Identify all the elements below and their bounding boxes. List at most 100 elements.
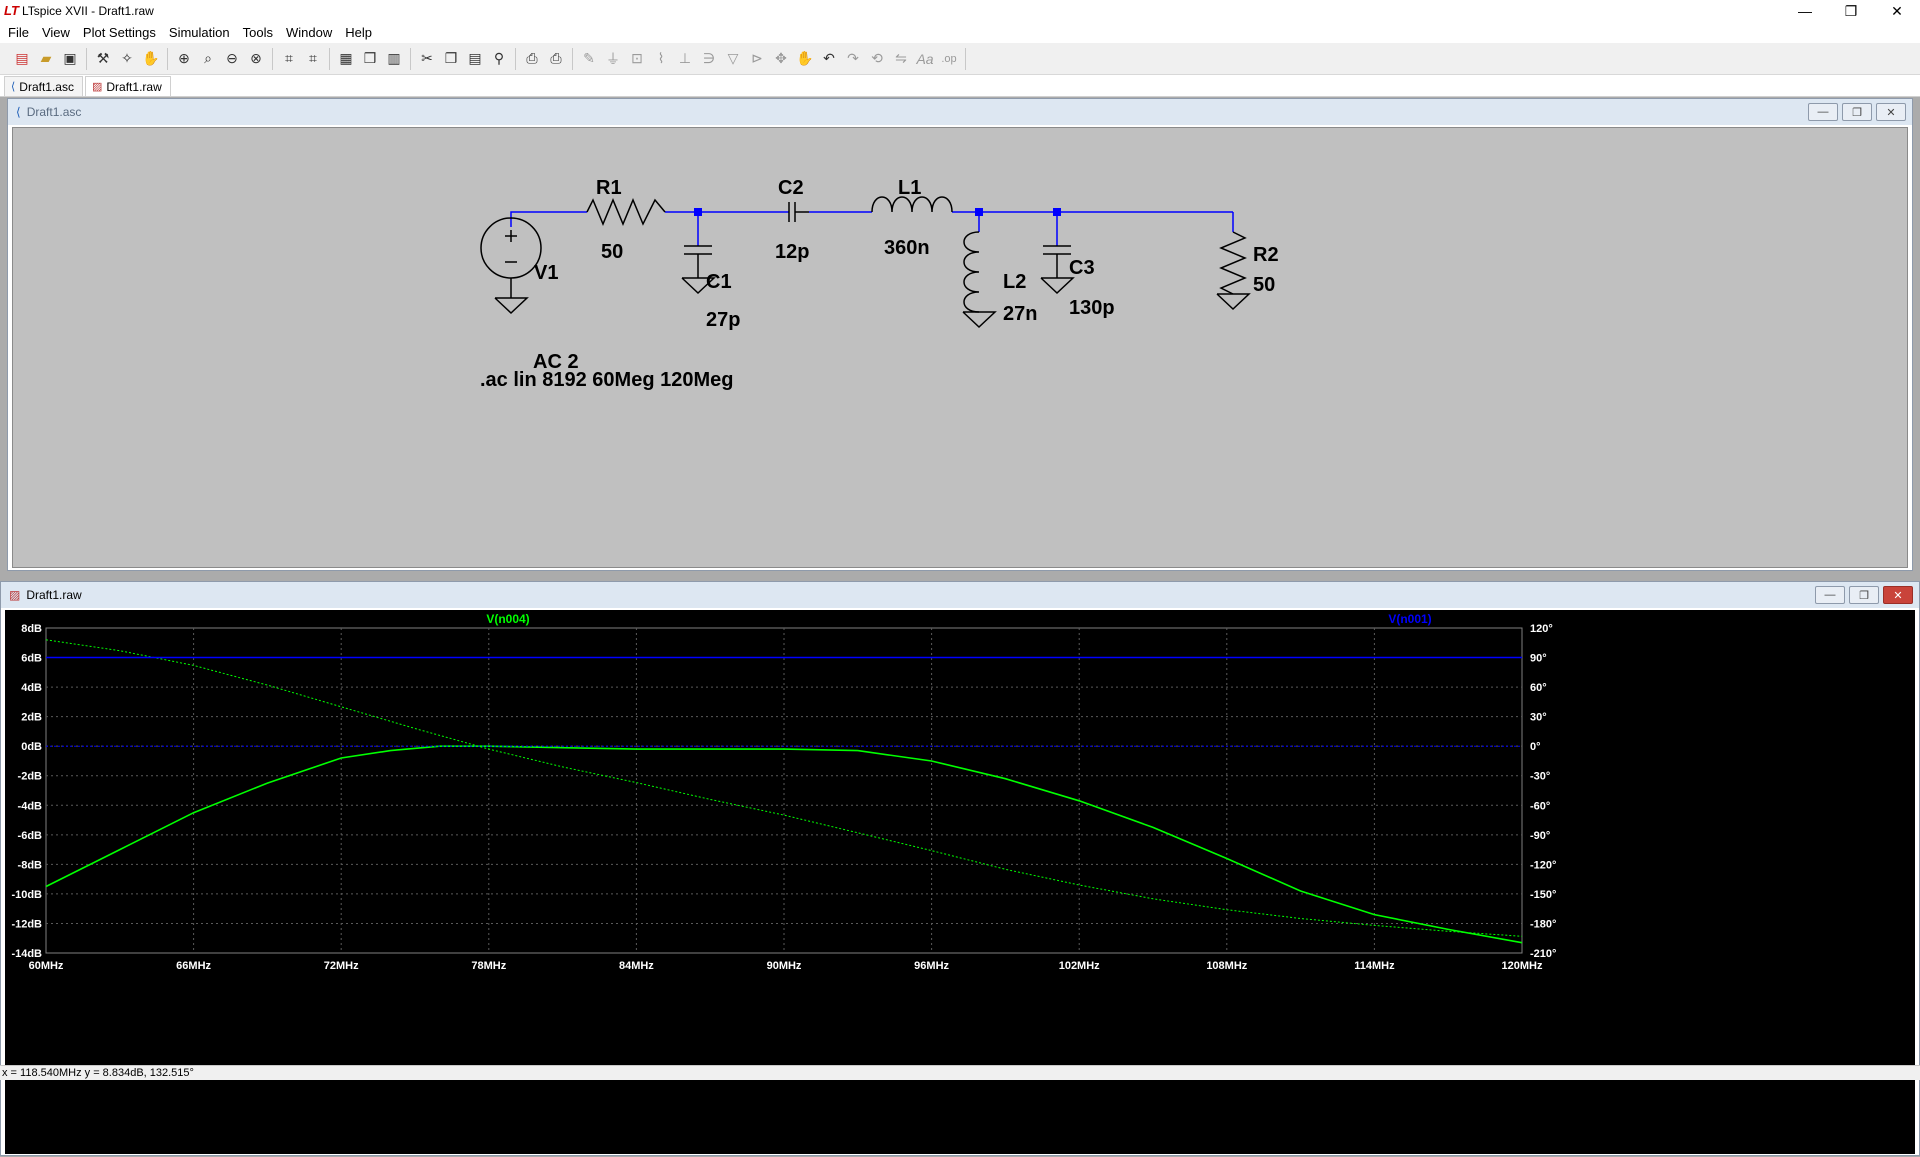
schematic-close-button[interactable]: ✕ (1876, 103, 1906, 121)
c2-value: 12p (775, 241, 809, 263)
text-icon[interactable]: Aa (914, 48, 936, 70)
x-tick-label: 72MHz (324, 960, 359, 972)
find-icon[interactable]: ⚲ (488, 48, 510, 70)
y-left-tick-label: -6dB (18, 830, 43, 842)
r2-name: R2 (1253, 244, 1279, 266)
y-left-tick-label: 6dB (21, 653, 42, 665)
print-setup-icon[interactable]: ⎙ (521, 48, 543, 70)
zoom-out-icon[interactable]: ⊖ (221, 48, 243, 70)
cascade-icon[interactable]: ❒ (359, 48, 381, 70)
x-tick-label: 60MHz (29, 960, 64, 972)
waveform-window-caption[interactable]: ▨ Draft1.raw — ❐ ✕ (1, 582, 1919, 608)
waveform-maximize-button[interactable]: ❐ (1849, 586, 1879, 604)
x-tick-label: 66MHz (176, 960, 211, 972)
y-left-tick-label: 2dB (21, 712, 42, 724)
waveform-close-button[interactable]: ✕ (1883, 586, 1913, 604)
x-tick-label: 114MHz (1354, 960, 1395, 972)
y-right-tick-label: -180° (1530, 918, 1556, 930)
x-tick-label: 108MHz (1206, 960, 1247, 972)
schematic-minimize-button[interactable]: — (1808, 103, 1838, 121)
r2-value: 50 (1253, 274, 1275, 296)
ground-icon[interactable]: ⏚ (602, 48, 624, 70)
run-icon[interactable]: ✧ (116, 48, 138, 70)
y-right-tick-label: -120° (1530, 859, 1556, 871)
ground-icon (494, 297, 529, 315)
resistor-icon[interactable]: ⌇ (650, 48, 672, 70)
menu-simulation[interactable]: Simulation (165, 25, 239, 40)
x-tick-label: 96MHz (914, 960, 949, 972)
y-left-tick-label: -12dB (11, 918, 42, 930)
menu-file[interactable]: File (4, 25, 38, 40)
tile-vertical-icon[interactable]: ▥ (383, 48, 405, 70)
trace-label-v-n001[interactable]: V(n001) (1388, 612, 1431, 626)
toolbar-divider (86, 47, 87, 70)
y-right-tick-label: 30° (1530, 712, 1547, 724)
paste-icon[interactable]: ▤ (464, 48, 486, 70)
mirror-icon[interactable]: ⇋ (890, 48, 912, 70)
menu-view[interactable]: View (38, 25, 79, 40)
tab-draft1-asc[interactable]: ⟨ Draft1.asc (4, 76, 83, 96)
rotate-icon[interactable]: ⟲ (866, 48, 888, 70)
menu-help[interactable]: Help (341, 25, 381, 40)
open-icon[interactable]: ▰ (35, 48, 57, 70)
copy-icon[interactable]: ❐ (440, 48, 462, 70)
resistor-r1-symbol[interactable] (586, 198, 666, 226)
inductor-l1-symbol[interactable] (871, 196, 953, 213)
halt-icon[interactable]: ✋ (140, 48, 162, 70)
waveform-window-title: Draft1.raw (26, 588, 82, 602)
autoscale-x-icon[interactable]: ⌗ (302, 48, 324, 70)
new-schematic-icon[interactable]: ▤ (11, 48, 33, 70)
y-right-tick-label: 90° (1530, 653, 1547, 665)
component-icon[interactable]: ⊳ (746, 48, 768, 70)
resistor-r2-symbol[interactable] (1219, 231, 1247, 295)
tab-label: Draft1.raw (106, 79, 162, 94)
spice-directive[interactable]: .ac lin 8192 60Meg 120Meg (480, 369, 733, 391)
y-left-tick-label: -14dB (11, 948, 42, 960)
label-net-icon[interactable]: ⊡ (626, 48, 648, 70)
drag-icon[interactable]: ✋ (794, 48, 816, 70)
ltspice-logo-icon: LT (4, 3, 19, 18)
undo-icon[interactable]: ↶ (818, 48, 840, 70)
zoom-in-icon[interactable]: ⊕ (173, 48, 195, 70)
document-tabs: ⟨ Draft1.asc ▨ Draft1.raw (0, 75, 1920, 97)
capacitor-icon[interactable]: ⊥ (674, 48, 696, 70)
minimize-button[interactable]: — (1782, 0, 1828, 22)
schematic-canvas[interactable]: R1 50 C2 12p L1 360n V1 AC 2 C1 27p L2 2… (12, 127, 1908, 568)
y-left-tick-label: -10dB (11, 889, 42, 901)
y-left-tick-label: 4dB (21, 682, 42, 694)
l1-name: L1 (898, 177, 921, 199)
tab-draft1-raw[interactable]: ▨ Draft1.raw (84, 76, 171, 96)
toolbar-divider (272, 47, 273, 70)
move-icon[interactable]: ✥ (770, 48, 792, 70)
toolbar-divider (167, 47, 168, 70)
c3-name: C3 (1069, 257, 1095, 279)
waveform-minimize-button[interactable]: — (1815, 586, 1845, 604)
schematic-window-caption[interactable]: ⟨ Draft1.asc — ❐ ✕ (8, 99, 1912, 125)
menu-tools[interactable]: Tools (239, 25, 282, 40)
redo-icon[interactable]: ↷ (842, 48, 864, 70)
cut-icon[interactable]: ✂ (416, 48, 438, 70)
menu-plot-settings[interactable]: Plot Settings (79, 25, 165, 40)
spice-directive-icon[interactable]: .op (938, 48, 960, 70)
trace-label-v-n004[interactable]: V(n004) (486, 612, 529, 626)
menu-window[interactable]: Window (282, 25, 341, 40)
print-icon[interactable]: ⎙ (545, 48, 567, 70)
control-panel-icon[interactable]: ⚒ (92, 48, 114, 70)
window-title: LTspice XVII - Draft1.raw (22, 4, 154, 18)
autoscale-y-icon[interactable]: ⌗ (278, 48, 300, 70)
wire-icon[interactable]: ✎ (578, 48, 600, 70)
y-right-tick-label: -60° (1530, 800, 1550, 812)
diode-icon[interactable]: ▽ (722, 48, 744, 70)
tile-horizontal-icon[interactable]: ▦ (335, 48, 357, 70)
toolbar-divider (515, 47, 516, 70)
inductor-icon[interactable]: ∋ (698, 48, 720, 70)
c2-name: C2 (778, 177, 804, 199)
schematic-maximize-button[interactable]: ❐ (1842, 103, 1872, 121)
inductor-l2-symbol[interactable] (963, 231, 980, 313)
close-button[interactable]: ✕ (1874, 0, 1920, 22)
pan-icon[interactable]: ⌕ (197, 48, 219, 70)
zoom-fit-icon[interactable]: ⊗ (245, 48, 267, 70)
restore-button[interactable]: ❐ (1828, 0, 1874, 22)
ground-icon (1040, 277, 1075, 295)
save-icon[interactable]: ▣ (59, 48, 81, 70)
